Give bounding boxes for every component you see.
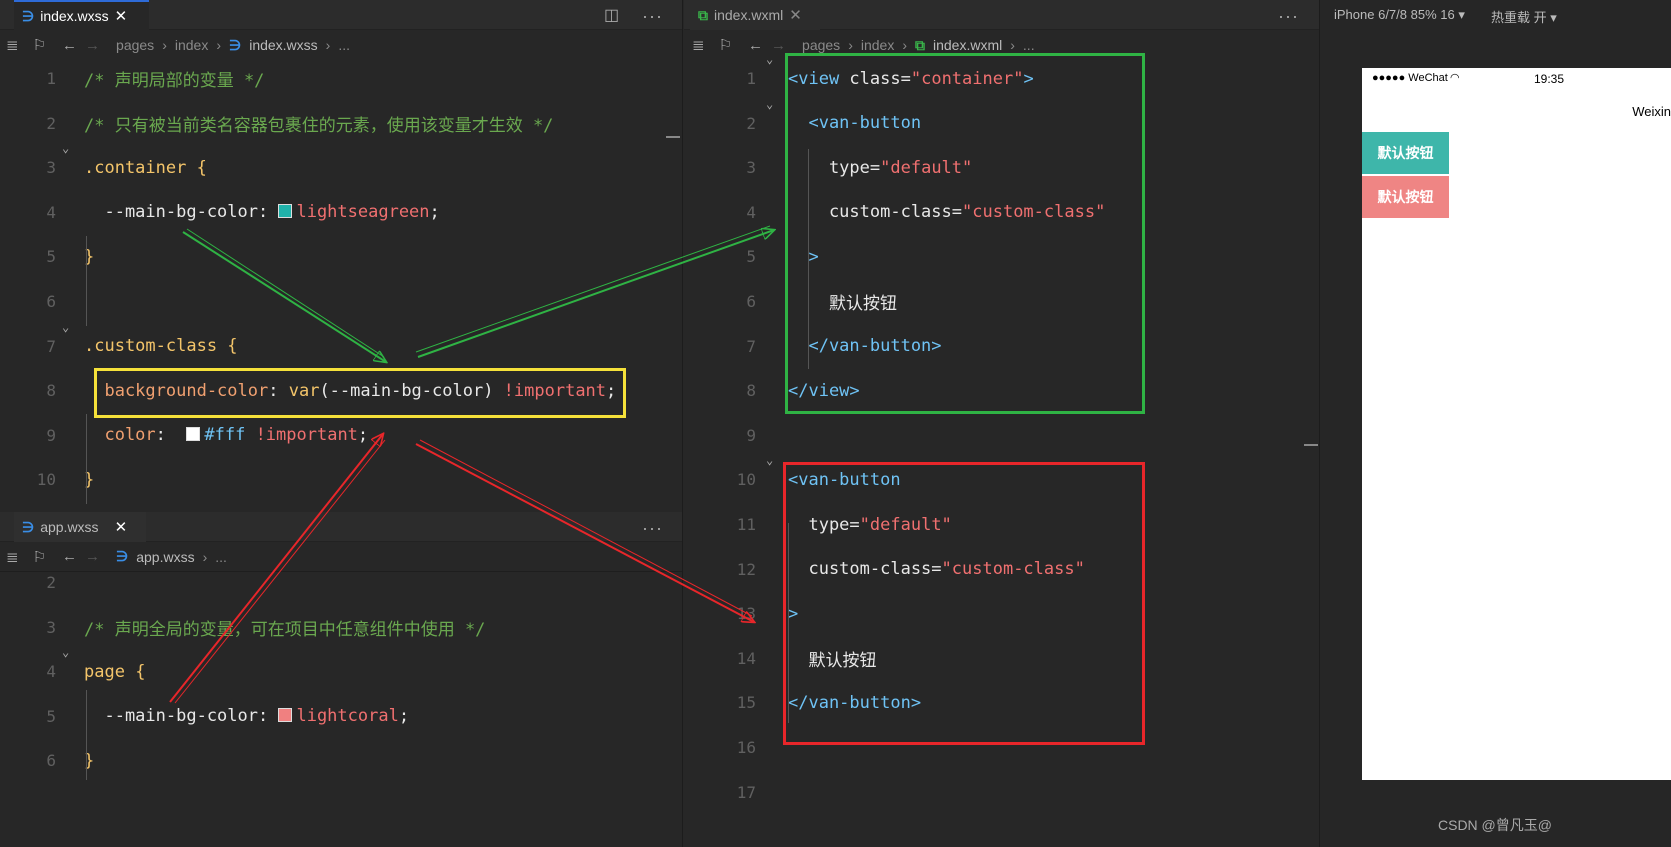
red-arrow-to-wxml [415,439,754,622]
annotation-arrows [169,225,1671,704]
green-arrow-to-var [182,228,386,362]
green-arrow-to-wxml [415,225,774,358]
red-arrow-to-var [169,434,386,704]
